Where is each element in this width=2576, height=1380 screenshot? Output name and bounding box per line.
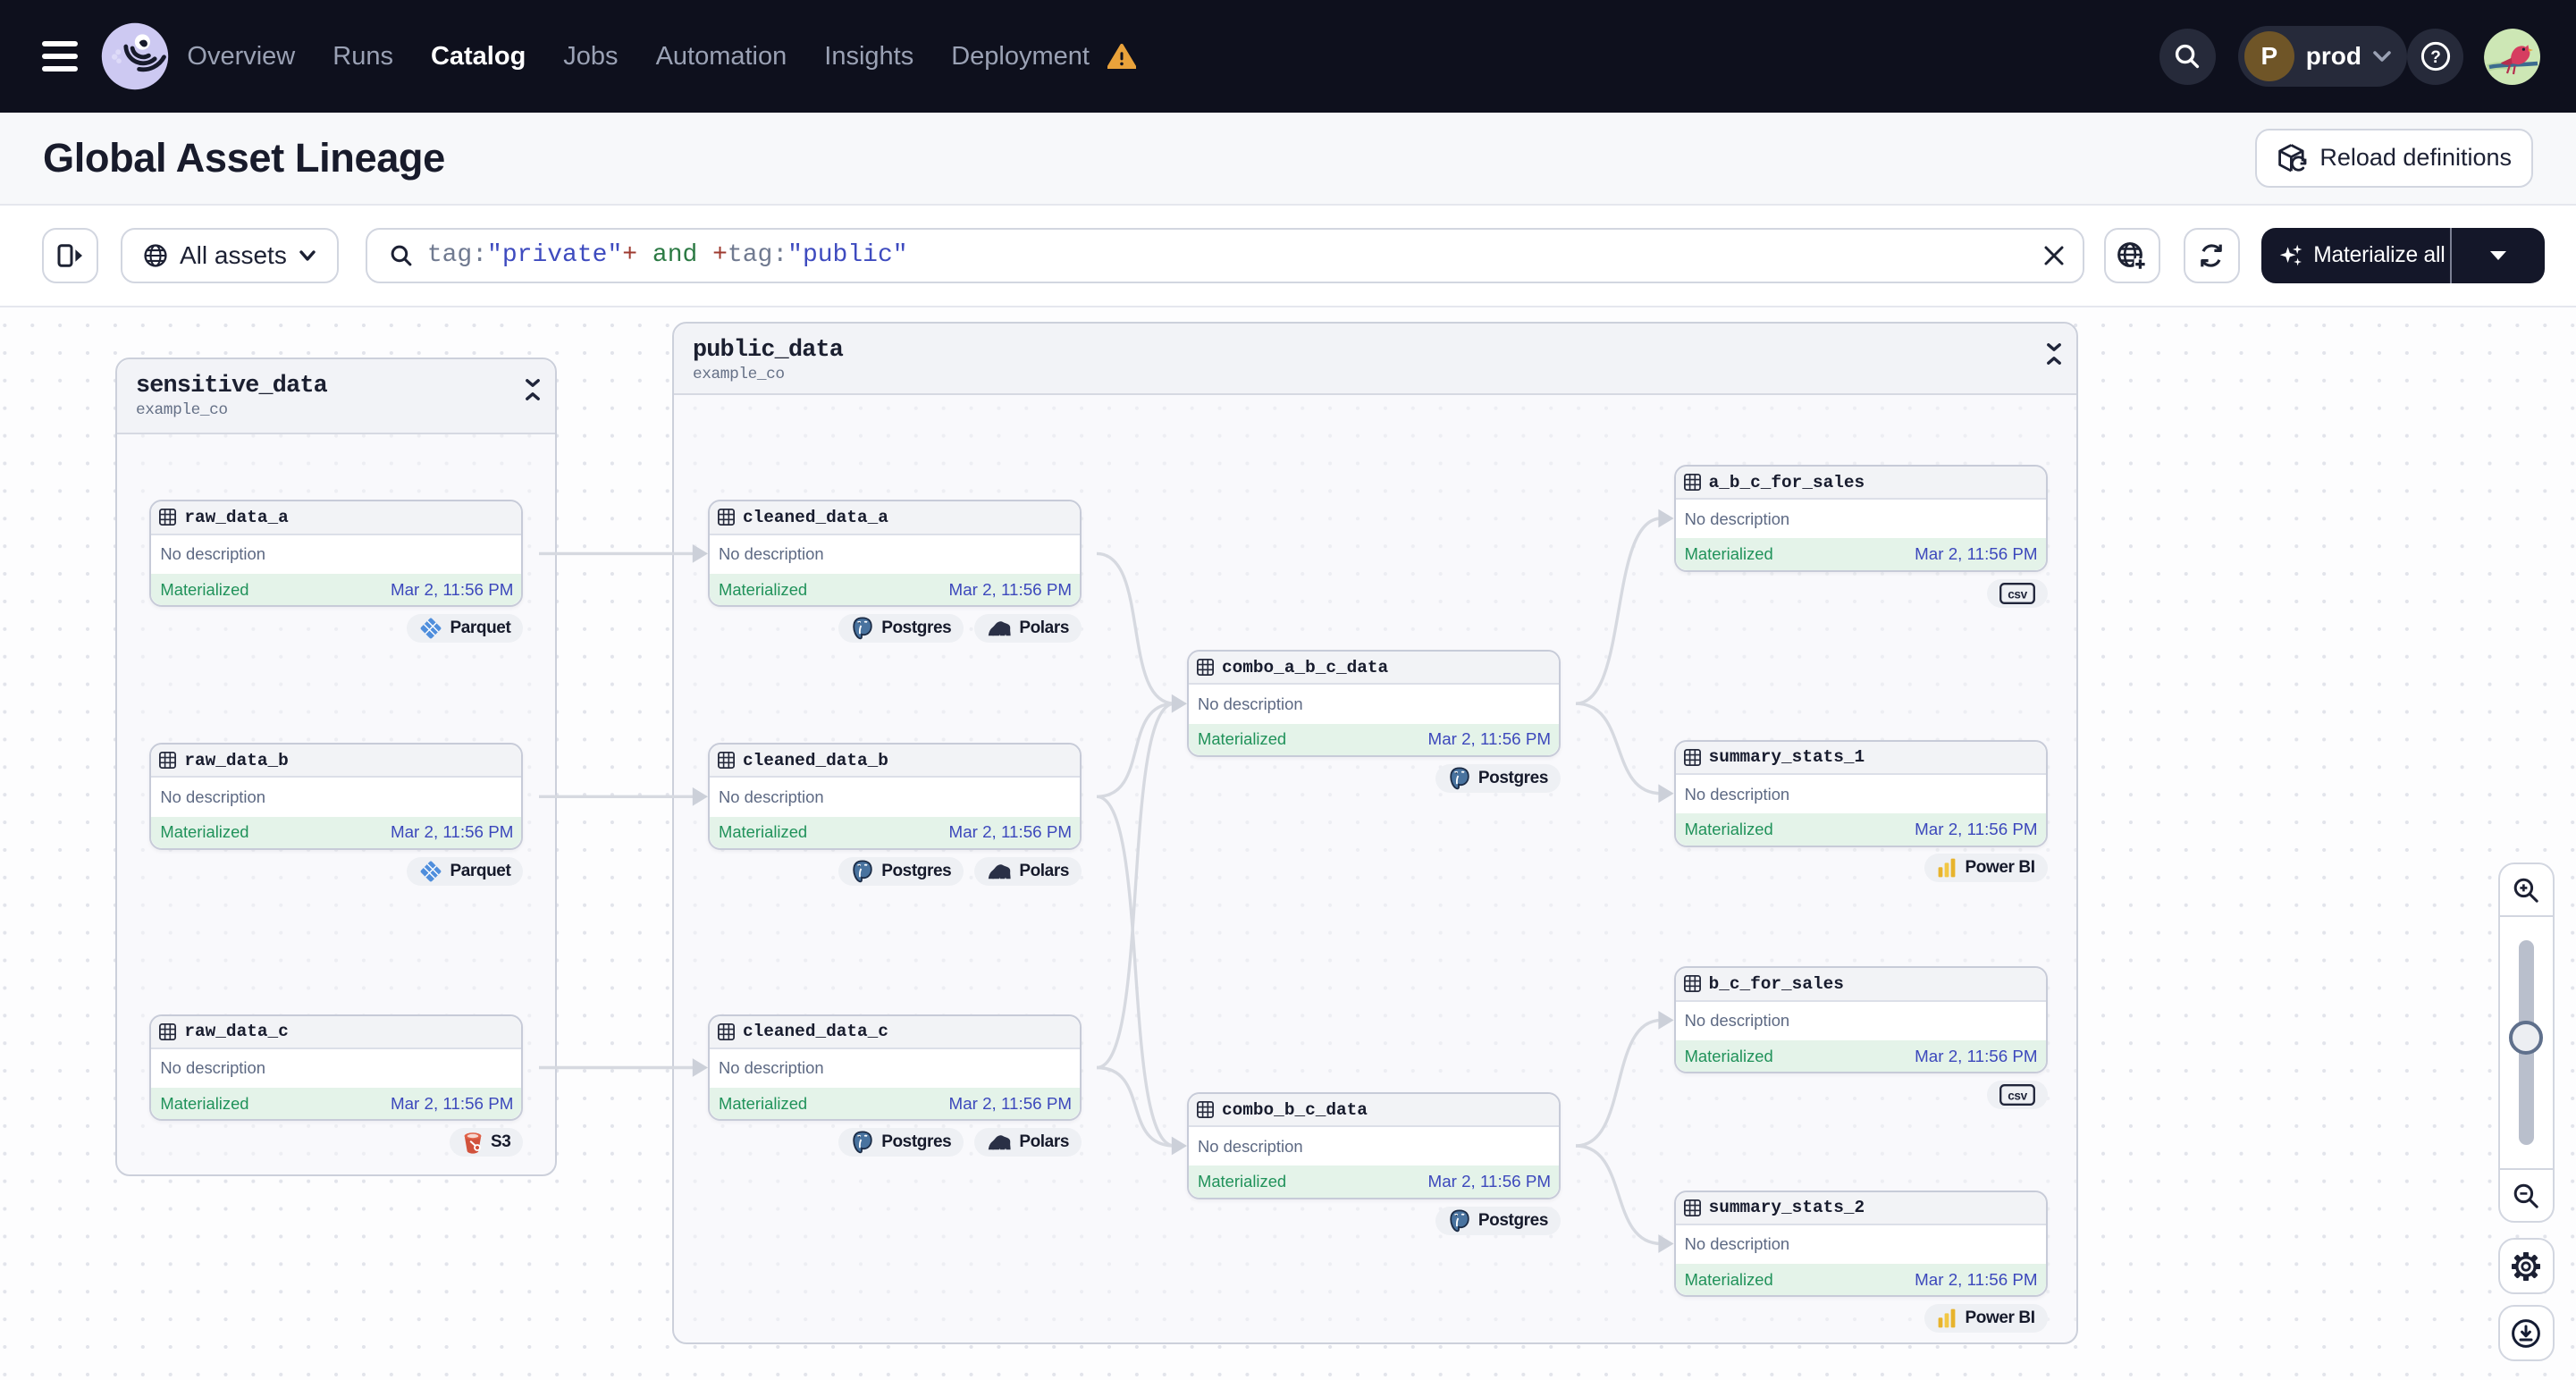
svg-text:csv: csv: [2008, 1089, 2027, 1102]
svg-text:?: ?: [2430, 48, 2441, 67]
svg-text:csv: csv: [2008, 587, 2027, 601]
